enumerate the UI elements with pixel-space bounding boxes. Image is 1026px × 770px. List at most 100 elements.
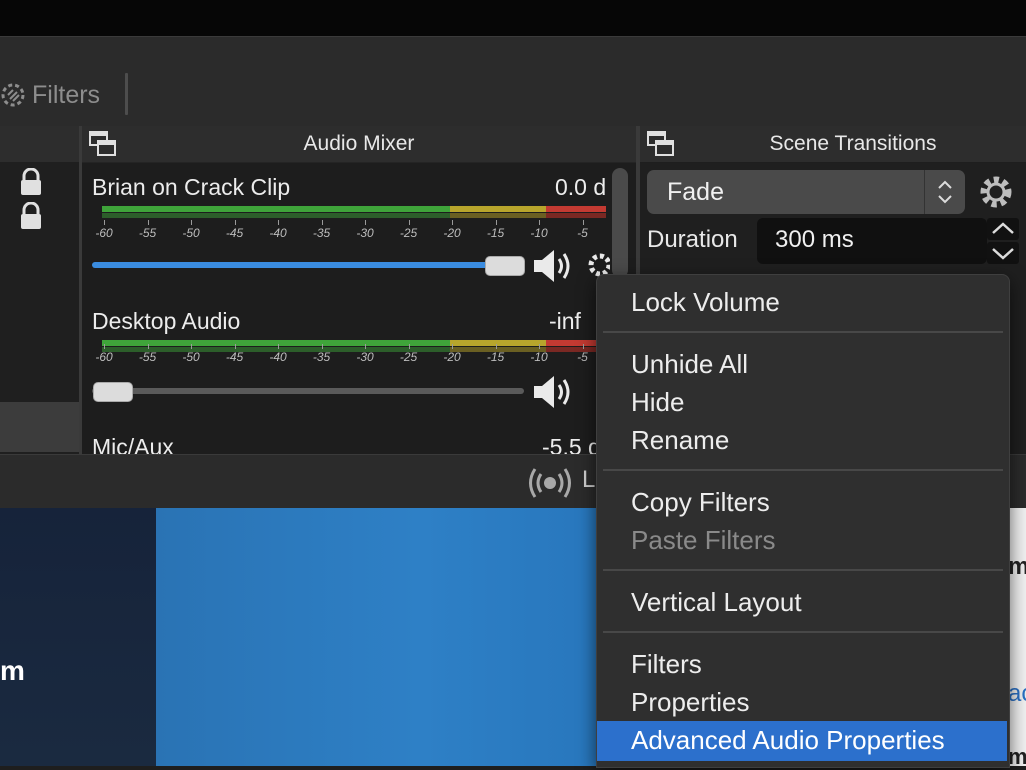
- menu-separator: [603, 469, 1003, 471]
- preview-blue-panel: [156, 508, 596, 766]
- meter-tick-mark: [582, 344, 584, 349]
- meter-tick-label: -50: [182, 350, 200, 364]
- live-status-text: L: [582, 466, 596, 493]
- menu-item-rename[interactable]: Rename: [631, 425, 729, 456]
- menu-item-advanced-audio-properties[interactable]: Advanced Audio Properties: [631, 725, 945, 756]
- meter-tick-label: -30: [356, 226, 374, 240]
- meter-tick-label: -35: [312, 350, 331, 364]
- meter-tick-label: -30: [356, 350, 374, 364]
- duration-label: Duration: [647, 226, 738, 253]
- meter-tick-label: -15: [486, 226, 505, 240]
- meter-tick-mark: [321, 220, 323, 225]
- preview-side-text: ac: [1008, 680, 1026, 707]
- meter-tick-mark: [191, 220, 192, 225]
- meter-tick-mark: [365, 344, 366, 349]
- meter-scale: -60 -55 -50 -45 -40 -35 -30 -25 -20 -15 -10 -5: [92, 220, 612, 246]
- menu-item-copy-filters[interactable]: Copy Filters: [631, 487, 770, 518]
- meter-tick-mark: [234, 344, 236, 349]
- volume-meter: [102, 206, 606, 219]
- meter-tick-mark: [408, 344, 410, 349]
- volume-slider-handle[interactable]: [485, 256, 525, 276]
- menu-separator: [603, 331, 1003, 333]
- source-name: Brian on Crack Clip: [92, 174, 291, 200]
- broadcast-icon: [529, 468, 571, 498]
- gear-icon[interactable]: [977, 173, 1015, 211]
- source-db-level: -inf: [549, 308, 581, 334]
- meter-tick-mark: [278, 344, 279, 349]
- meter-tick-label: -25: [399, 350, 418, 364]
- meter-tick-mark: [191, 344, 192, 349]
- volume-slider[interactable]: [92, 262, 524, 268]
- lock-icon[interactable]: [18, 168, 44, 196]
- menu-item-hide[interactable]: Hide: [631, 387, 684, 418]
- mixer-scrollbar[interactable]: [612, 168, 628, 278]
- volume-slider[interactable]: [92, 388, 524, 394]
- speaker-icon[interactable]: [530, 246, 578, 286]
- menu-separator: [603, 631, 1003, 633]
- scene-transitions-title: Scene Transitions: [769, 132, 937, 155]
- toolbar-separator: [125, 73, 128, 115]
- meter-tick-mark: [452, 220, 453, 225]
- audio-mixer-header: Audio Mixer: [82, 126, 636, 163]
- meter-tick-label: -10: [530, 350, 548, 364]
- meter-tick-mark: [582, 220, 584, 225]
- transition-select[interactable]: Fade: [647, 170, 965, 214]
- source-db-level: 0.0 d: [555, 174, 607, 200]
- preview-text: m: [0, 655, 25, 686]
- scene-transitions-header: Scene Transitions: [640, 126, 1026, 162]
- preview-dark-panel: [0, 508, 156, 766]
- speaker-icon[interactable]: [530, 372, 578, 412]
- context-menu: Lock Volume Unhide All Hide Rename Copy …: [596, 274, 1010, 768]
- toolbar: [0, 36, 1026, 127]
- meter-tick-mark: [234, 220, 236, 225]
- source-db-level: -5.5 d: [542, 434, 596, 454]
- sources-dock-selected-row[interactable]: [0, 402, 79, 452]
- meter-tick-mark: [147, 344, 149, 349]
- duration-value: 300 ms: [775, 226, 854, 253]
- meter-tick-mark: [321, 344, 323, 349]
- menu-item-unhide-all[interactable]: Unhide All: [631, 349, 748, 380]
- meter-tick-mark: [104, 344, 105, 349]
- meter-tick-label: -5: [577, 350, 588, 364]
- meter-tick-mark: [452, 344, 453, 349]
- meter-tick-label: -60: [95, 226, 113, 240]
- menu-separator: [603, 569, 1003, 571]
- meter-tick-mark: [495, 220, 497, 225]
- duration-input[interactable]: 300 ms: [757, 218, 987, 264]
- menu-item-vertical-layout[interactable]: Vertical Layout: [631, 587, 802, 618]
- menu-item-lock-volume[interactable]: Lock Volume: [631, 287, 780, 318]
- volume-slider-handle[interactable]: [93, 382, 133, 402]
- meter-tick-label: -5: [577, 226, 588, 240]
- filters-tab[interactable]: Filters: [0, 76, 100, 114]
- duration-stepper[interactable]: [987, 218, 1019, 264]
- source-name: Mic/Aux: [92, 434, 174, 454]
- meter-tick-label: -20: [443, 226, 461, 240]
- source-row-clipped: Mic/Aux -5.5 d: [82, 430, 596, 454]
- filters-icon: [1, 83, 25, 107]
- meter-tick-mark: [278, 220, 279, 225]
- meter-scale: -60 -55 -50 -45 -40 -35 -30 -25 -20 -15 -10 -5: [92, 344, 612, 370]
- audio-mixer-title: Audio Mixer: [303, 132, 415, 155]
- lock-icon[interactable]: [18, 202, 44, 230]
- menu-item-filters[interactable]: Filters: [631, 649, 702, 680]
- filters-tab-label: Filters: [32, 80, 101, 109]
- meter-tick-label: -20: [443, 350, 461, 364]
- meter-tick-label: -40: [269, 350, 287, 364]
- menu-item-paste-filters: Paste Filters: [631, 525, 776, 555]
- meter-tick-mark: [365, 220, 366, 225]
- chevron-updown-icon: [924, 170, 952, 214]
- sources-dock-header: [0, 126, 79, 162]
- meter-tick-label: -40: [269, 226, 287, 240]
- meter-tick-mark: [147, 220, 149, 225]
- meter-tick-label: -15: [486, 350, 505, 364]
- transition-select-value: Fade: [667, 178, 724, 206]
- meter-tick-mark: [539, 220, 540, 225]
- preview-side-text: m: [1008, 553, 1026, 580]
- meter-tick-label: -45: [225, 350, 244, 364]
- meter-tick-label: -35: [312, 226, 331, 240]
- preview-side-text: m: [1008, 744, 1026, 769]
- meter-tick-label: -60: [95, 350, 113, 364]
- meter-tick-label: -50: [182, 226, 200, 240]
- window-top-bar: [0, 0, 1026, 36]
- menu-item-properties[interactable]: Properties: [631, 687, 750, 718]
